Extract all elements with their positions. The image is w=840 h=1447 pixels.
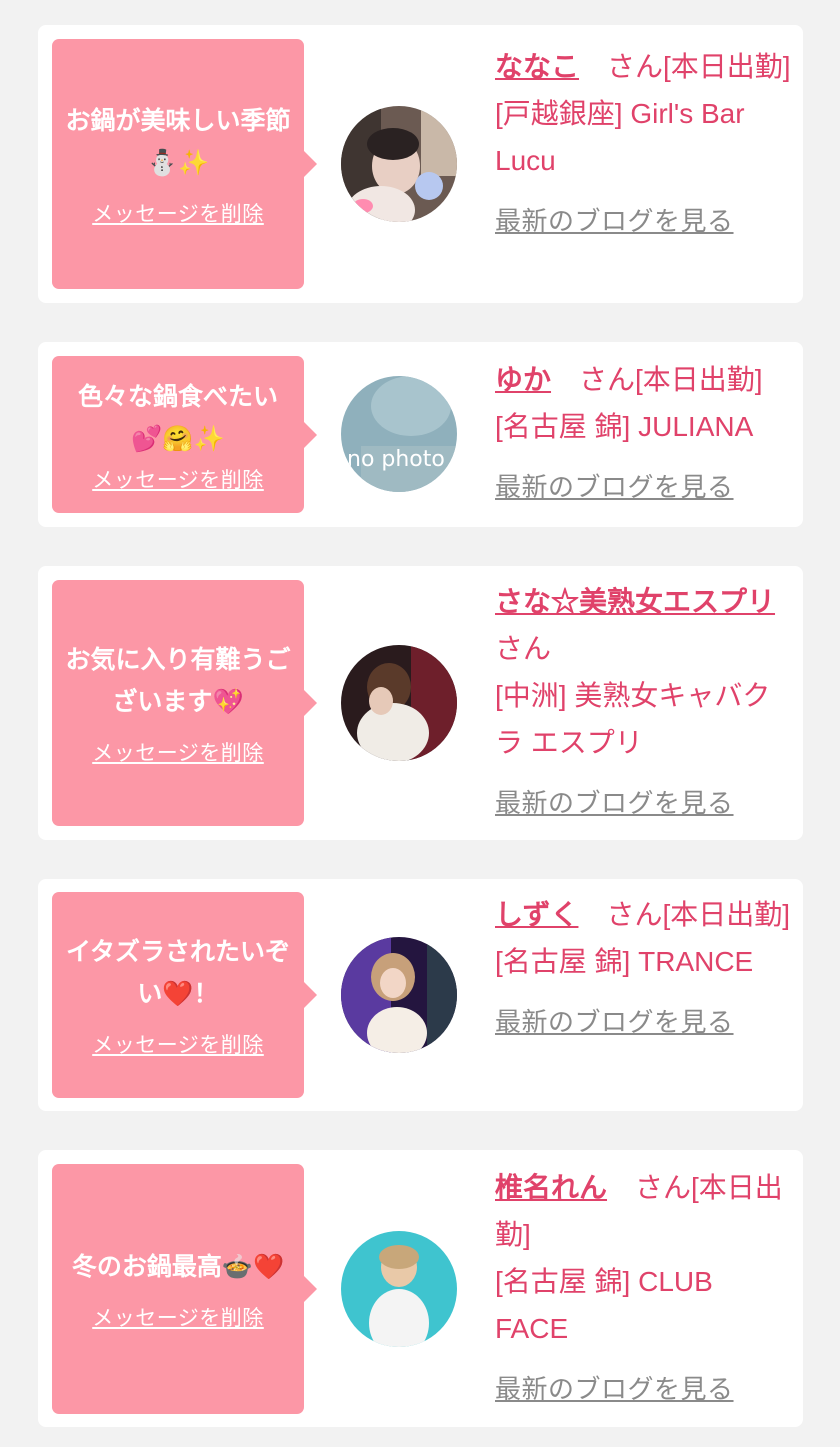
- message-bubble: お鍋が美味しい季節⛄✨ メッセージを削除: [52, 39, 317, 289]
- latest-blog-link[interactable]: 最新のブログを見る: [495, 198, 791, 245]
- hearts-icon: 💕: [131, 423, 163, 453]
- message-card: お鍋が美味しい季節⛄✨ メッセージを削除 ななこ さん[本日出勤] [戸越銀座]…: [38, 25, 803, 303]
- message-card: お気に入り有難うございます💖 メッセージを削除 さな☆美熟女エスプリ さん [中…: [38, 566, 803, 840]
- cast-info: ゆか さん[本日出勤] [名古屋 錦] JULIANA 最新のブログを見る: [495, 356, 791, 511]
- cast-name-link[interactable]: ななこ: [495, 51, 579, 82]
- heart-icon: ❤️: [253, 1252, 285, 1281]
- avatar[interactable]: [341, 645, 457, 761]
- avatar[interactable]: [341, 937, 457, 1053]
- pot-of-food-icon: 🍲: [221, 1252, 253, 1281]
- message-text: イタズラされたいぞい❤️！: [65, 937, 290, 1008]
- shop-name: [戸越銀座] Girl's Bar Lucu: [495, 98, 745, 176]
- sparkles-icon: ✨: [193, 423, 225, 453]
- cast-name-suffix: さん[本日出勤]: [606, 899, 791, 930]
- exclamation-mark: ！: [193, 979, 219, 1008]
- message-card: 色々な鍋食べたい 💕🤗✨ メッセージを削除 no photo ゆか さん[本日出勤…: [38, 342, 803, 527]
- sparkles-icon: ✨: [178, 148, 210, 177]
- message-bubble: 冬のお鍋最高🍲❤️ メッセージを削除: [52, 1164, 317, 1414]
- shop-name: [名古屋 錦] TRANCE: [495, 946, 754, 977]
- cast-info: 椎名れん さん[本日出勤] [名古屋 錦] CLUB FACE 最新のブログを見…: [495, 1164, 791, 1413]
- cast-name-suffix: さん: [495, 633, 552, 664]
- hugging-face-icon: 🤗: [162, 423, 194, 453]
- shop-name: [名古屋 錦] JULIANA: [495, 411, 754, 442]
- message-card: 冬のお鍋最高🍲❤️ メッセージを削除 椎名れん さん[本日出勤] [名古屋 錦]…: [38, 1150, 803, 1427]
- cast-name-link[interactable]: ゆか: [495, 364, 551, 395]
- message-text: お気に入り有難うございます💖: [65, 645, 291, 716]
- avatar[interactable]: [341, 106, 457, 222]
- latest-blog-link[interactable]: 最新のブログを見る: [495, 780, 791, 827]
- avatar[interactable]: no photo: [341, 376, 457, 492]
- message-text: お鍋が美味しい季節⛄✨: [65, 106, 291, 177]
- message-text: 冬のお鍋最高🍲❤️: [71, 1252, 285, 1281]
- delete-message-link[interactable]: メッセージを削除: [92, 1029, 264, 1059]
- message-bubble: お気に入り有難うございます💖 メッセージを削除: [52, 580, 317, 826]
- cast-name-suffix: さん[本日出勤]: [607, 51, 791, 82]
- cast-name-link[interactable]: さな☆美熟女エスプリ: [495, 586, 775, 617]
- message-card: イタズラされたいぞい❤️！ メッセージを削除 しずく さん[本日出勤] [名古屋…: [38, 879, 803, 1111]
- delete-message-link[interactable]: メッセージを削除: [92, 737, 264, 767]
- snowman-icon: ⛄: [146, 148, 178, 177]
- message-text: 色々な鍋食べたい 💕🤗✨: [77, 381, 278, 453]
- delete-message-link[interactable]: メッセージを削除: [92, 464, 264, 494]
- shop-name: [中洲] 美熟女キャバクラ エスプリ: [495, 680, 771, 758]
- cast-name-link[interactable]: 椎名れん: [495, 1172, 607, 1203]
- no-photo-label: no photo: [347, 447, 445, 472]
- delete-message-link[interactable]: メッセージを削除: [92, 198, 264, 228]
- cast-info: さな☆美熟女エスプリ さん [中洲] 美熟女キャバクラ エスプリ 最新のブログを…: [495, 578, 791, 827]
- latest-blog-link[interactable]: 最新のブログを見る: [495, 464, 791, 511]
- delete-message-link[interactable]: メッセージを削除: [92, 1302, 264, 1332]
- cast-name-link[interactable]: しずく: [495, 899, 578, 930]
- message-bubble: 色々な鍋食べたい 💕🤗✨ メッセージを削除: [52, 356, 317, 513]
- cast-name-suffix: さん[本日出勤]: [579, 364, 763, 395]
- heart-icon: ❤️: [162, 979, 194, 1008]
- favorite-message-list: お鍋が美味しい季節⛄✨ メッセージを削除 ななこ さん[本日出勤] [戸越銀座]…: [0, 0, 840, 1447]
- cast-info: しずく さん[本日出勤] [名古屋 錦] TRANCE 最新のブログを見る: [495, 891, 791, 1046]
- shop-name: [名古屋 錦] CLUB FACE: [495, 1266, 713, 1344]
- cast-info: ななこ さん[本日出勤] [戸越銀座] Girl's Bar Lucu 最新のブ…: [495, 43, 791, 245]
- latest-blog-link[interactable]: 最新のブログを見る: [495, 1366, 791, 1413]
- latest-blog-link[interactable]: 最新のブログを見る: [495, 999, 791, 1046]
- sparkling-heart-icon: 💖: [212, 687, 244, 716]
- message-bubble: イタズラされたいぞい❤️！ メッセージを削除: [52, 892, 317, 1098]
- avatar[interactable]: [341, 1231, 457, 1347]
